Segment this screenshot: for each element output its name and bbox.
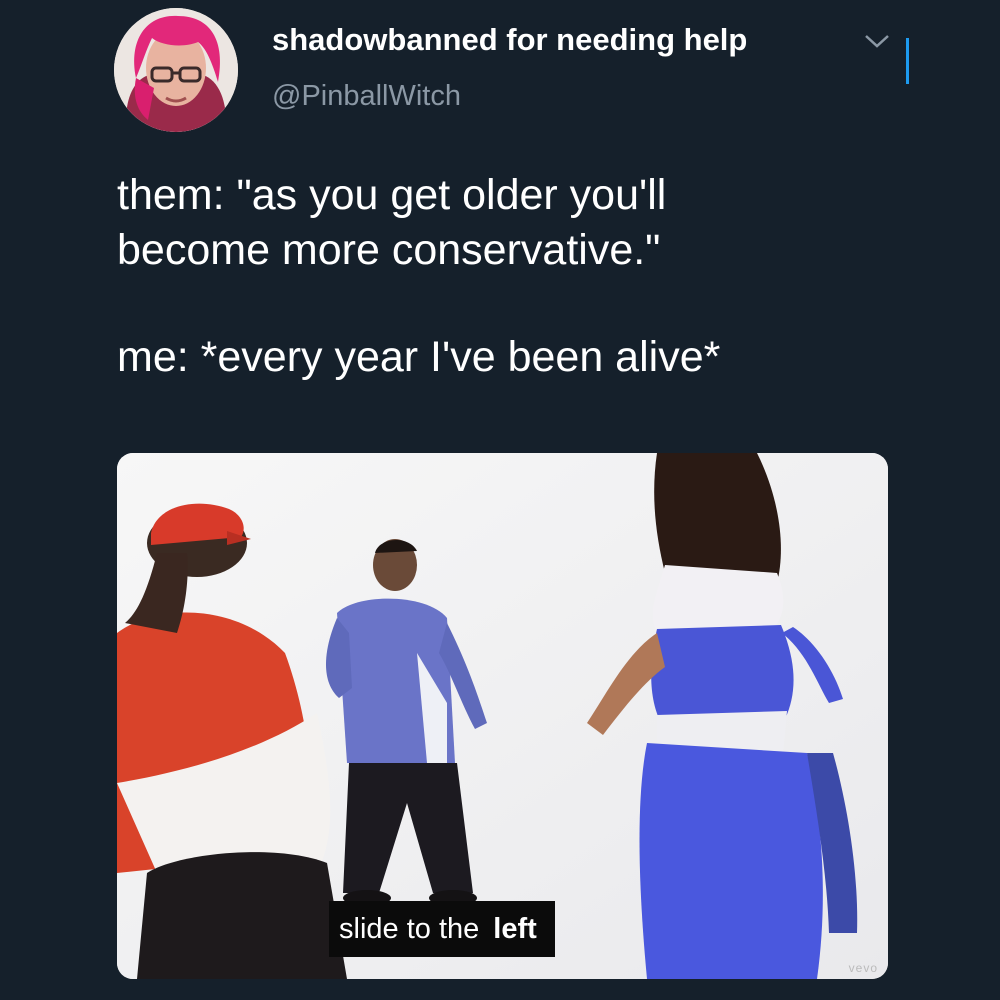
tweet-text: them: "as you get older you'll become mo… [117,168,937,385]
vevo-watermark: vevo [848,961,878,975]
tweet-card: shadowbanned for needing help @PinballWi… [0,0,1000,1000]
caption-text: slide to the [339,912,480,945]
tweet-line-3: me: *every year I've been alive* [117,333,721,381]
chevron-down-icon[interactable] [862,30,892,52]
scroll-indicator [906,38,909,84]
author-avatar[interactable] [114,8,238,132]
author-handle[interactable]: @PinballWitch [272,80,461,113]
author-display-name[interactable]: shadowbanned for needing help [272,22,747,58]
caption-emphasis: left [493,912,537,945]
video-caption: slide to the left [329,901,555,957]
tweet-media[interactable]: slide to the left vevo [117,453,888,979]
tweet-line-1: them: "as you get older you'll [117,171,667,219]
tweet-line-2: become more conservative." [117,226,661,274]
avatar-image [114,8,238,132]
